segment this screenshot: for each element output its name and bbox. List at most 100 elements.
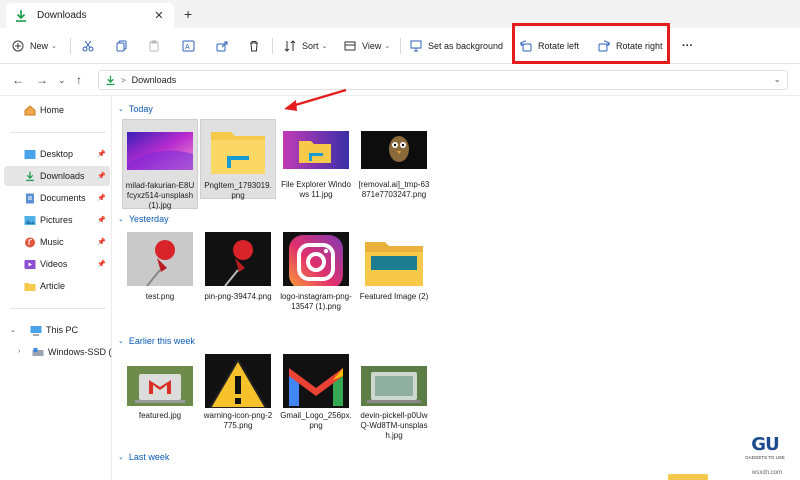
- breadcrumb-separator: >: [121, 75, 126, 85]
- file-tile[interactable]: File Explorer Windows 11.jpg: [278, 119, 354, 199]
- file-tile[interactable]: [removal.ai]_tmp-63871e7703247.png: [356, 119, 432, 209]
- group-header-last-week[interactable]: ⌄ Last week: [118, 452, 169, 462]
- file-tile[interactable]: test.png: [122, 228, 198, 318]
- folder-icon: [24, 282, 36, 291]
- rename-button[interactable]: A: [182, 36, 201, 56]
- file-tile[interactable]: warning-icon-png-2775.png: [200, 350, 276, 440]
- image-thumbnail: [127, 124, 193, 178]
- file-tile[interactable]: pin-png-39474.png: [200, 228, 276, 318]
- sidebar-item-desktop[interactable]: Desktop 📌: [4, 144, 110, 164]
- sidebar-item-home[interactable]: Home: [4, 100, 110, 120]
- plus-circle-icon: [12, 40, 24, 52]
- sort-button[interactable]: Sort ⌄: [284, 36, 327, 56]
- music-icon: [25, 237, 35, 247]
- pin-icon[interactable]: 📌: [97, 172, 106, 180]
- file-tile[interactable]: devin-pickell-p0UwQ-Wd8TM-unsplash.jpg: [356, 350, 432, 440]
- sidebar-label: Pictures: [40, 215, 73, 225]
- sidebar-item-music[interactable]: Music 📌: [4, 232, 110, 252]
- file-name: devin-pickell-p0UwQ-Wd8TM-unsplash.jpg: [360, 411, 428, 440]
- back-arrow-icon[interactable]: ←: [12, 73, 24, 87]
- sidebar-item-downloads[interactable]: Downloads 📌: [4, 166, 110, 186]
- file-tile[interactable]: Featured Image (2): [356, 228, 432, 318]
- file-name: Gmail_Logo_256px.png: [280, 411, 352, 430]
- more-options-button[interactable]: ···: [682, 36, 693, 56]
- file-tile[interactable]: featured.jpg: [122, 350, 198, 430]
- paste-button[interactable]: [148, 36, 166, 56]
- sidebar-label: Videos: [40, 259, 68, 269]
- pin-icon[interactable]: 📌: [97, 216, 106, 224]
- image-thumbnail: [127, 354, 193, 408]
- breadcrumb-downloads[interactable]: Downloads: [132, 75, 177, 85]
- chevron-down-icon: ⌄: [118, 216, 124, 223]
- file-name: pin-png-39474.png: [204, 292, 272, 301]
- cut-button[interactable]: [82, 36, 100, 56]
- image-thumbnail: [205, 354, 271, 408]
- chevron-down-icon[interactable]: ⌄: [773, 74, 781, 85]
- desktop-icon: [24, 149, 36, 159]
- sidebar-label: Windows-SSD (C:: [48, 347, 121, 357]
- sidebar-label: Article: [40, 281, 66, 291]
- delete-button[interactable]: [248, 36, 266, 56]
- view-label: View: [362, 41, 382, 51]
- watermark-site: wsxdn.com: [752, 470, 783, 476]
- command-bar: New ⌄ A Sort ⌄ View ⌄ Set as background Rot…: [0, 28, 800, 64]
- pictures-icon: [24, 215, 36, 225]
- address-bar[interactable]: > Downloads ⌄: [98, 70, 788, 90]
- tab-title: Downloads: [37, 10, 87, 21]
- image-thumbnail: [205, 124, 271, 178]
- view-button[interactable]: View ⌄: [344, 36, 390, 56]
- set-background-label: Set as background: [428, 41, 504, 51]
- chevron-down-icon: ⌄: [118, 338, 124, 345]
- sidebar-item-pictures[interactable]: Pictures 📌: [4, 210, 110, 230]
- new-button[interactable]: New ⌄: [12, 36, 57, 56]
- folder-thumbnail: [361, 232, 427, 286]
- home-icon: [24, 104, 36, 115]
- copy-icon: [116, 40, 127, 52]
- file-name: featured.jpg: [138, 411, 182, 420]
- sidebar-item-windows-ssd[interactable]: Windows-SSD (C:: [12, 342, 121, 362]
- file-tile[interactable]: milad-fakurian-E8Ufcyxz514-unsplash (1).…: [122, 119, 198, 210]
- tab-downloads[interactable]: Downloads ✕: [6, 3, 174, 28]
- annotation-arrow-icon: [284, 88, 347, 111]
- set-background-button[interactable]: Set as background: [410, 36, 503, 56]
- pin-icon[interactable]: 📌: [97, 194, 106, 202]
- new-tab-button[interactable]: +: [184, 6, 192, 22]
- file-name: Featured Image (2): [359, 292, 429, 301]
- trash-icon: [250, 41, 258, 52]
- pin-icon[interactable]: 📌: [97, 260, 106, 268]
- history-chevron-icon[interactable]: ⌄: [58, 75, 66, 86]
- close-icon[interactable]: ✕: [152, 9, 166, 22]
- image-thumbnail: [205, 232, 271, 286]
- share-button[interactable]: [216, 36, 234, 56]
- document-icon: [26, 193, 34, 203]
- up-arrow-icon[interactable]: ↑: [76, 73, 82, 87]
- image-thumbnail: [361, 123, 427, 177]
- file-view: ⌄ Today milad-fakurian-E8Ufcyxz514-unspl…: [112, 96, 800, 480]
- download-icon: [26, 171, 34, 181]
- sidebar-item-videos[interactable]: Videos 📌: [4, 254, 110, 274]
- share-icon: [216, 41, 228, 52]
- forward-arrow-icon[interactable]: →: [36, 73, 48, 87]
- sidebar-item-documents[interactable]: Documents 📌: [4, 188, 110, 208]
- group-header-yesterday[interactable]: ⌄ Yesterday: [118, 214, 169, 224]
- file-tile[interactable]: PngItem_1793019.png: [200, 119, 276, 200]
- pin-icon[interactable]: 📌: [97, 150, 106, 158]
- copy-button[interactable]: [116, 36, 134, 56]
- sort-label: Sort: [302, 41, 319, 51]
- file-name: milad-fakurian-E8Ufcyxz514-unsplash (1).…: [125, 181, 195, 210]
- image-thumbnail: [283, 354, 349, 408]
- file-tile[interactable]: Gmail_Logo_256px.png: [278, 350, 354, 440]
- image-thumbnail: [361, 354, 427, 408]
- file-name: test.png: [145, 292, 175, 301]
- sidebar-label: This PC: [46, 325, 79, 335]
- file-tile[interactable]: logo-instagram-png-13547 (1).png: [278, 228, 354, 328]
- group-header-today[interactable]: ⌄ Today: [118, 104, 153, 114]
- pin-icon[interactable]: 📌: [97, 238, 106, 246]
- image-thumbnail: [283, 123, 349, 177]
- sort-icon: [284, 40, 296, 52]
- file-name: PngItem_1793019.png: [204, 181, 272, 200]
- sidebar-item-article[interactable]: Article: [4, 276, 110, 296]
- group-header-earlier-this-week[interactable]: ⌄ Earlier this week: [118, 336, 195, 346]
- sidebar-item-this-pc[interactable]: This PC: [10, 320, 116, 340]
- rename-icon: A: [182, 40, 195, 52]
